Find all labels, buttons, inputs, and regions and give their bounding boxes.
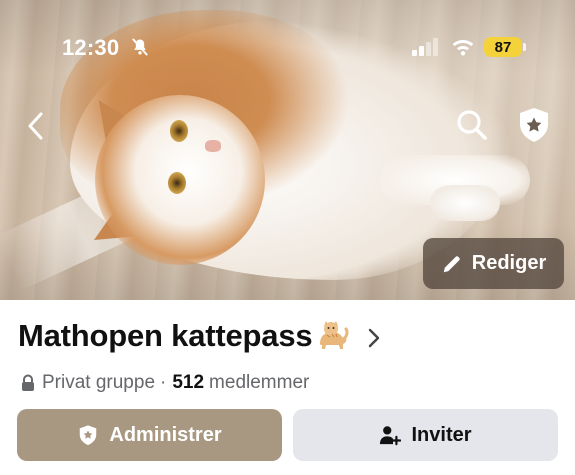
meta-separator: · (160, 372, 167, 393)
status-bar: 12:30 87 (0, 0, 575, 90)
cat-nose (205, 140, 221, 152)
cat-emoji-icon (320, 321, 349, 349)
edit-label: Rediger (471, 252, 547, 274)
group-meta: Privat gruppe · 512 medlemmer (20, 372, 309, 394)
back-chevron-icon (28, 112, 43, 140)
cat-paw (430, 185, 500, 221)
status-time: 12:30 (62, 35, 120, 60)
admin-shield-icon (80, 425, 97, 446)
action-row: Administrer Inviter (17, 409, 558, 461)
chevron-right-icon (369, 328, 380, 348)
wifi-icon (452, 40, 474, 56)
battery-level: 87 (494, 38, 512, 56)
cat-eye (168, 172, 186, 194)
edit-cover-button[interactable]: Rediger (423, 238, 564, 289)
search-icon[interactable] (454, 107, 490, 143)
lock-icon (22, 374, 34, 391)
battery-icon: 87 (484, 37, 522, 57)
battery-tip (523, 43, 526, 51)
member-count[interactable]: 512 (172, 372, 204, 394)
pencil-icon (443, 255, 460, 272)
cat-eye (170, 120, 188, 142)
bell-slash-icon (132, 38, 148, 56)
administer-button[interactable]: Administrer (17, 409, 282, 461)
signal-icon (412, 38, 438, 56)
member-label[interactable]: medlemmer (209, 372, 309, 394)
administer-label: Administrer (109, 423, 222, 446)
group-title-row[interactable]: Mathopen kattepass (18, 318, 382, 354)
add-person-icon (380, 426, 402, 446)
group-privacy: Privat gruppe (42, 372, 156, 393)
invite-button[interactable]: Inviter (293, 409, 558, 461)
admin-shield-icon[interactable] (515, 106, 553, 144)
back-button[interactable] (20, 108, 50, 144)
group-name: Mathopen kattepass (18, 318, 313, 353)
invite-label: Inviter (411, 423, 472, 446)
